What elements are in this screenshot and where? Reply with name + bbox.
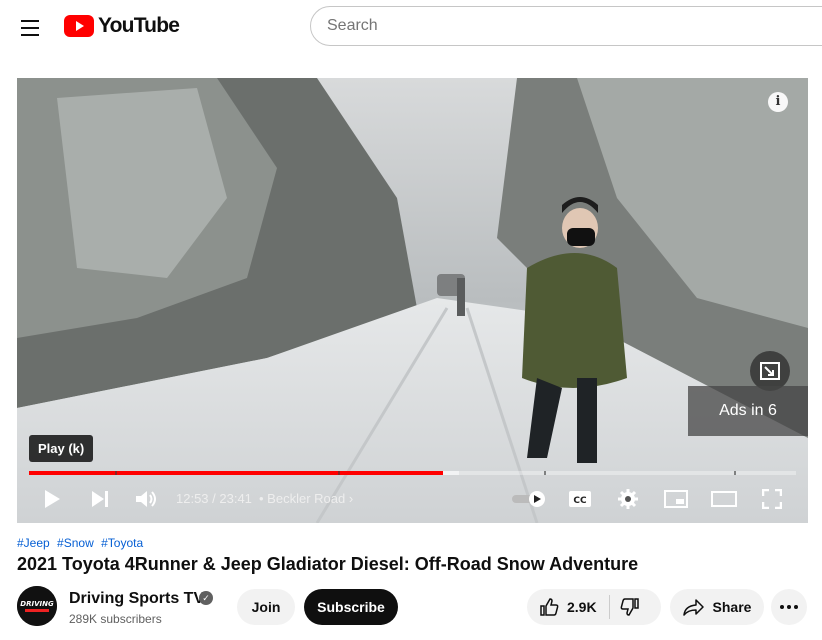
chapter-divider [338,471,340,475]
time-display: 12:53 / 23:41 [176,491,252,506]
volume-icon [136,491,156,507]
next-button[interactable] [85,486,115,512]
hashtag-link[interactable]: #Toyota [101,536,143,550]
play-tooltip: Play (k) [29,435,94,462]
subscriber-count: 289K subscribers [69,612,162,626]
gear-icon [618,489,638,509]
share-label: Share [712,599,752,615]
menu-line [21,27,39,29]
progress-bar[interactable] [29,471,796,475]
mini-player-button[interactable] [750,351,790,391]
autoplay-toggle-icon [512,491,545,507]
miniplayer-icon [664,490,688,508]
like-divider [608,595,610,619]
progress-played [29,471,444,475]
subscribe-button[interactable]: Subscribe [304,589,398,625]
youtube-logo[interactable]: YouTube [64,14,180,38]
hamburger-menu-button[interactable] [14,12,46,44]
svg-text:CC: CC [573,496,587,506]
autoplay-toggle[interactable] [511,486,547,512]
video-frame [17,78,808,523]
logo-text: YouTube [98,14,180,37]
video-title: 2021 Toyota 4Runner & Jeep Gladiator Die… [17,554,639,574]
youtube-play-logo-icon [64,15,94,37]
miniplayer-button[interactable] [663,486,689,512]
chapter-bullet: • [259,491,268,506]
like-button[interactable]: 2.9K [539,597,597,617]
search-box[interactable] [310,6,822,46]
player-controls: 12:53 / 23:41 • Beckler Road › CC [17,478,808,520]
hashtag-link[interactable]: #Jeep [17,536,50,550]
thumbs-up-icon [540,598,559,616]
like-dislike-group: 2.9K [527,589,661,625]
chapter-title[interactable]: • Beckler Road › [259,491,353,506]
hashtags: #Jeep #Snow #Toyota [17,536,147,550]
chapter-label: Beckler Road [267,491,346,506]
more-horizontal-icon [780,605,798,609]
chapter-divider [115,471,117,475]
captions-icon: CC [569,491,591,507]
menu-line [21,34,39,36]
menu-line [21,20,39,22]
theater-mode-icon [711,491,737,507]
theater-mode-button[interactable] [709,486,739,512]
chapter-divider [734,471,736,475]
avatar-text: DRIVING [20,600,54,608]
verified-badge-icon: ✓ [199,591,213,605]
next-icon [92,491,108,507]
video-player[interactable]: i Ads in 6 Play (k) 12:53 / 23:41 • Beck… [17,78,808,523]
dislike-button[interactable] [620,597,640,617]
thumbs-down-icon [620,598,639,616]
info-icon[interactable]: i [768,92,788,112]
mini-player-icon [760,362,780,380]
captions-button[interactable]: CC [567,486,593,512]
channel-avatar[interactable]: DRIVING [17,586,57,626]
join-button[interactable]: Join [237,589,295,625]
search-input[interactable] [327,17,822,35]
chapter-divider [544,471,546,475]
play-button[interactable] [37,486,67,512]
share-icon [682,599,704,616]
ad-countdown[interactable]: Ads in 6 [688,386,808,436]
fullscreen-button[interactable] [759,486,785,512]
share-button[interactable]: Share [670,589,764,625]
fullscreen-icon [762,489,782,509]
volume-button[interactable] [131,486,161,512]
masthead: YouTube [0,0,822,56]
chevron-right-icon: › [345,491,354,506]
play-icon [45,490,60,508]
settings-button[interactable] [615,486,641,512]
like-count: 2.9K [567,599,597,615]
more-actions-button[interactable] [771,589,807,625]
hashtag-link[interactable]: #Snow [57,536,94,550]
channel-logo-icon: DRIVING [17,586,57,626]
channel-name[interactable]: Driving Sports TV [69,590,204,608]
